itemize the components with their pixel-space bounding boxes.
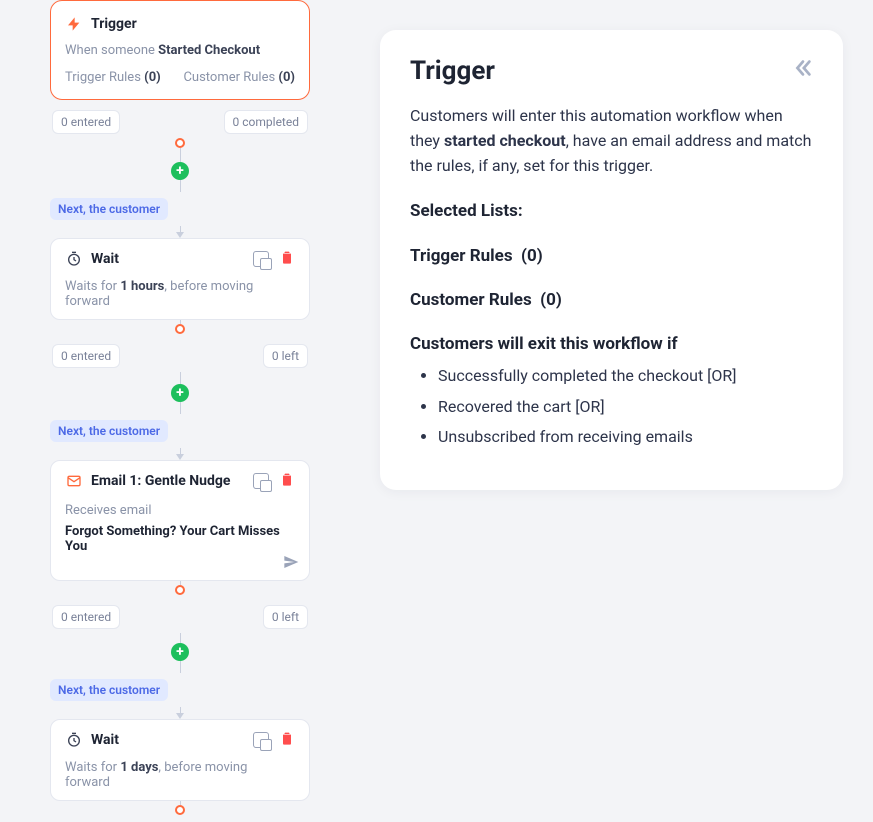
- wait-title: Wait: [91, 732, 119, 748]
- wait-node-1[interactable]: Wait Waits for 1 hours, before moving fo…: [50, 238, 310, 320]
- trigger-rules-row: Trigger Rules (0) Customer Rules (0): [65, 70, 295, 85]
- delete-button[interactable]: [279, 730, 295, 750]
- wait1-entered: 0 entered: [52, 344, 120, 368]
- trigger-when: When someone Started Checkout: [65, 43, 295, 58]
- delete-button[interactable]: [279, 249, 295, 269]
- connector-dot-icon: [175, 805, 185, 815]
- exit-item: Unsubscribed from receiving emails: [438, 425, 813, 450]
- exit-heading: Customers will exit this workflow if: [410, 331, 813, 357]
- duplicate-button[interactable]: [253, 251, 269, 267]
- wait1-left: 0 left: [263, 344, 308, 368]
- duplicate-button[interactable]: [253, 732, 269, 748]
- badge-next-customer: Next, the customer: [50, 420, 168, 442]
- panel-title: Trigger: [410, 56, 495, 86]
- panel-intro: Customers will enter this automation wor…: [410, 104, 813, 178]
- delete-button[interactable]: [279, 471, 295, 491]
- stopwatch-icon: [65, 731, 83, 749]
- exit-list: Successfully completed the checkout [OR]…: [438, 364, 813, 450]
- wait-title: Wait: [91, 251, 119, 267]
- trigger-completed-stat: 0 completed: [224, 110, 308, 134]
- customer-rules-heading: Customer Rules (0): [410, 287, 813, 313]
- collapse-panel-button[interactable]: [791, 57, 813, 85]
- email-node[interactable]: Email 1: Gentle Nudge Receives email For…: [50, 460, 310, 581]
- email-icon: [65, 472, 83, 490]
- send-icon[interactable]: [283, 554, 299, 574]
- wait-desc: Waits for 1 hours, before moving forward: [65, 279, 295, 309]
- selected-lists-heading: Selected Lists:: [410, 198, 813, 224]
- connector-dot-icon: [175, 324, 185, 334]
- email-receives: Receives email: [65, 503, 295, 518]
- trigger-rules-heading: Trigger Rules (0): [410, 243, 813, 269]
- bolt-icon: [65, 15, 83, 33]
- email1-left: 0 left: [263, 605, 308, 629]
- email-title: Email 1: Gentle Nudge: [91, 473, 230, 489]
- stopwatch-icon: [65, 250, 83, 268]
- badge-next-customer: Next, the customer: [50, 198, 168, 220]
- trigger-title: Trigger: [91, 16, 137, 32]
- add-step-button[interactable]: +: [171, 643, 189, 661]
- trigger-entered-stat: 0 entered: [52, 110, 120, 134]
- trigger-detail-panel: Trigger Customers will enter this automa…: [380, 30, 843, 490]
- connector-dot-icon: [175, 138, 185, 148]
- trigger-node[interactable]: Trigger When someone Started Checkout Tr…: [50, 0, 310, 100]
- wait2-desc: Waits for 1 days, before moving forward: [65, 760, 295, 790]
- badge-next-customer: Next, the customer: [50, 679, 168, 701]
- add-step-button[interactable]: +: [171, 384, 189, 402]
- email1-entered: 0 entered: [52, 605, 120, 629]
- exit-item: Recovered the cart [OR]: [438, 395, 813, 420]
- duplicate-button[interactable]: [253, 473, 269, 489]
- exit-item: Successfully completed the checkout [OR]: [438, 364, 813, 389]
- connector-dot-icon: [175, 585, 185, 595]
- add-step-button[interactable]: +: [171, 162, 189, 180]
- email-subject: Forgot Something? Your Cart Misses You: [65, 524, 295, 554]
- wait-node-2[interactable]: Wait Waits for 1 days, before moving for…: [50, 719, 310, 801]
